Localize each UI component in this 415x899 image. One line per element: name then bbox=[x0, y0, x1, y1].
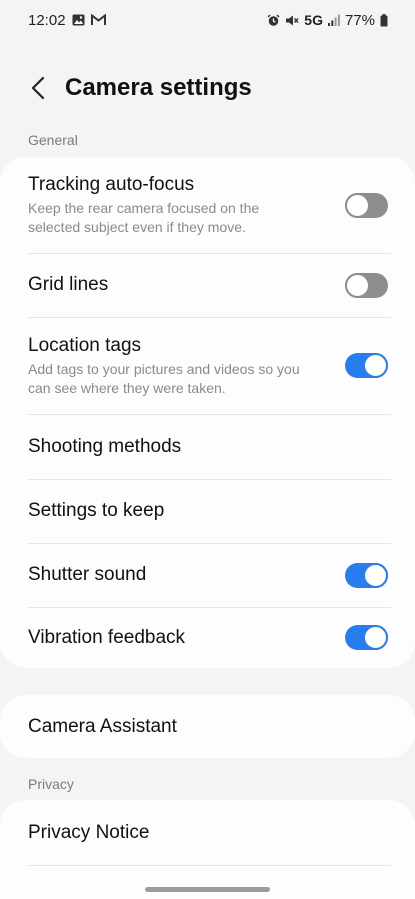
setting-title: Tracking auto-focus bbox=[28, 174, 195, 195]
grid-lines-toggle[interactable] bbox=[345, 272, 388, 298]
setting-title: Camera Assistant bbox=[28, 715, 177, 737]
battery-percent: 77% bbox=[344, 11, 375, 29]
setting-tracking-autofocus[interactable]: Tracking auto-focus Keep the rear camera… bbox=[0, 157, 415, 253]
setting-title: Vibration feedback bbox=[28, 626, 186, 648]
status-time: 12:02 bbox=[28, 11, 66, 29]
battery-icon bbox=[380, 13, 388, 27]
vibration-feedback-toggle[interactable] bbox=[345, 625, 388, 650]
alarm-icon bbox=[267, 14, 280, 27]
setting-title: Shutter sound bbox=[28, 564, 147, 585]
setting-title: Privacy Notice bbox=[28, 821, 150, 843]
back-icon bbox=[31, 76, 45, 100]
gmail-icon bbox=[90, 14, 106, 26]
privacy-card: Privacy Notice bbox=[0, 800, 415, 899]
image-icon bbox=[72, 14, 85, 26]
setting-title: Grid lines bbox=[28, 274, 109, 295]
tracking-autofocus-toggle[interactable] bbox=[345, 192, 388, 218]
location-tags-toggle[interactable] bbox=[345, 353, 388, 378]
network-type: 5G bbox=[304, 12, 323, 28]
general-settings-card: Tracking auto-focus Keep the rear camera… bbox=[0, 157, 415, 668]
setting-description: Add tags to your pictures and videos so … bbox=[28, 360, 300, 396]
setting-vibration-feedback[interactable]: Vibration feedback bbox=[0, 607, 415, 668]
section-label-privacy: Privacy bbox=[28, 776, 74, 792]
setting-grid-lines[interactable]: Grid lines bbox=[0, 253, 415, 317]
app-header: Camera settings bbox=[0, 66, 415, 110]
setting-title: Location tags bbox=[28, 334, 142, 356]
setting-title: Settings to keep bbox=[28, 500, 165, 521]
back-button[interactable] bbox=[16, 66, 60, 110]
setting-settings-to-keep[interactable]: Settings to keep bbox=[0, 479, 415, 543]
camera-assistant-card: Camera Assistant bbox=[0, 695, 415, 758]
mute-icon bbox=[285, 14, 299, 27]
setting-privacy-next[interactable] bbox=[0, 865, 415, 899]
shutter-sound-toggle[interactable] bbox=[345, 562, 388, 588]
setting-camera-assistant[interactable]: Camera Assistant bbox=[0, 695, 415, 758]
section-label-general: General bbox=[28, 132, 78, 148]
setting-privacy-notice[interactable]: Privacy Notice bbox=[0, 800, 415, 865]
home-indicator[interactable] bbox=[145, 887, 270, 892]
setting-description: Keep the rear camera focused on the sele… bbox=[28, 200, 260, 235]
setting-shutter-sound[interactable]: Shutter sound bbox=[0, 543, 415, 607]
setting-location-tags[interactable]: Location tags Add tags to your pictures … bbox=[0, 317, 415, 414]
setting-title: Shooting methods bbox=[28, 435, 182, 457]
status-right: 5G 77% bbox=[267, 12, 388, 29]
signal-icon bbox=[327, 14, 340, 26]
setting-shooting-methods[interactable]: Shooting methods bbox=[0, 414, 415, 479]
status-left: 12:02 bbox=[28, 12, 106, 29]
status-bar: 12:02 5G 77% bbox=[0, 0, 415, 40]
page-title: Camera settings bbox=[65, 74, 252, 101]
